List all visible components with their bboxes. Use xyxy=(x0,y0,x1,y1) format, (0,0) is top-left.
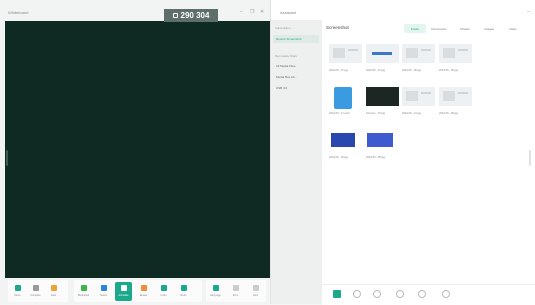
thumbnail-caption: 2024-05 - 09.jpg xyxy=(329,156,348,159)
tool-undo[interactable]: Undo xyxy=(155,282,172,301)
maximize-button[interactable]: ❐ xyxy=(250,9,254,15)
thumbnail-caption: Screens - 07.jpg xyxy=(366,112,385,115)
thumbnail[interactable] xyxy=(402,44,435,63)
side-panel-handle[interactable] xyxy=(6,150,8,166)
thumbnail-caption: 2024-05 - 08.jpg xyxy=(366,156,385,159)
thumbnail[interactable] xyxy=(402,87,435,106)
tool-menu[interactable]: Menu xyxy=(9,282,26,301)
tool-eraser[interactable]: Eraser xyxy=(135,282,152,301)
thumbnail-caption: 2024-05 - 07.jpg xyxy=(366,69,385,72)
tab-video[interactable]: Video xyxy=(502,24,524,33)
window-title: Whiteboard xyxy=(8,10,29,15)
content-title: Screenshot xyxy=(326,25,349,30)
minimize-button[interactable]: – xyxy=(240,9,243,15)
eraser-icon xyxy=(140,285,147,291)
files-icon xyxy=(50,285,57,291)
thumbnail[interactable] xyxy=(439,44,472,63)
tab-documents[interactable]: Documents xyxy=(428,24,450,33)
thumbnail[interactable] xyxy=(329,131,362,150)
whiteboard-canvas[interactable] xyxy=(5,21,270,278)
coordinate-badge: 290 304 xyxy=(164,9,218,22)
tab-images[interactable]: Images xyxy=(478,24,500,33)
tool-prev[interactable]: Prev xyxy=(227,282,244,301)
select-icon xyxy=(100,285,107,291)
tool-label: Undo xyxy=(160,294,167,297)
tool-label: Annotate xyxy=(118,294,129,297)
grid-icon[interactable] xyxy=(333,290,341,298)
tool-next[interactable]: Next xyxy=(247,282,264,301)
next-icon xyxy=(252,285,259,291)
tool-label: Compare xyxy=(30,294,41,297)
bookshelf-icon xyxy=(80,285,87,291)
tool-label: Select xyxy=(100,294,107,297)
sidebar-caption-disks: Removable Disks xyxy=(275,54,297,58)
tool-label: Next xyxy=(252,294,259,297)
tool-label: Redo xyxy=(180,294,187,297)
pen-icon xyxy=(120,285,127,291)
thumbnail-caption: 2024-05 - 07.jpg xyxy=(329,69,348,72)
tool-label: Eraser xyxy=(139,294,148,297)
back-icon[interactable] xyxy=(418,290,426,298)
tab-folder[interactable]: Folder xyxy=(404,24,426,33)
tool-label: Menu xyxy=(14,294,21,297)
clock-icon[interactable] xyxy=(396,290,404,298)
tool-files[interactable]: Files xyxy=(45,282,62,301)
tool-label: Files xyxy=(50,294,57,297)
tool-label: Bookshelf xyxy=(78,294,89,297)
sidebar-caption-subscription: Subscription xyxy=(275,26,291,30)
undo-icon xyxy=(160,285,167,291)
sidebar-item-usb[interactable]: USB 3.0 xyxy=(273,84,319,92)
thumbnail[interactable] xyxy=(366,87,399,106)
tool-compare[interactable]: Compare xyxy=(27,282,44,301)
prev-icon xyxy=(232,285,239,291)
coordinate-readout: 290 304 xyxy=(180,11,210,20)
thumbnail[interactable] xyxy=(329,44,362,63)
tab-photos[interactable]: Photos xyxy=(454,24,476,33)
list-icon[interactable] xyxy=(353,290,361,298)
sidebar-item-recent-screenshot[interactable]: Recent Screenshot xyxy=(273,35,319,43)
tool-label: Add page xyxy=(210,294,221,297)
thumbnail-caption: 2024-05 - 06.jpg xyxy=(402,69,421,72)
tool-add-page[interactable]: Add page xyxy=(207,282,224,301)
thumbnail[interactable] xyxy=(329,87,362,109)
assistant-close-button[interactable]: – xyxy=(527,9,530,15)
tool-bookshelf[interactable]: Bookshelf xyxy=(75,282,92,301)
close-button[interactable]: ✕ xyxy=(260,9,264,15)
add-page-icon xyxy=(212,285,219,291)
assistant-title: Assistant xyxy=(280,10,297,15)
redo-icon xyxy=(180,285,187,291)
thumbnail-caption: 2024-05 - 17.mp4 xyxy=(329,112,350,115)
sidebar-item-all-media[interactable]: All Media Files xyxy=(273,62,319,70)
compare-icon xyxy=(32,285,39,291)
thumbnail[interactable] xyxy=(366,44,399,63)
thumbnail-caption: 2024-05 - 13.jpg xyxy=(402,112,421,115)
tool-select[interactable]: Select xyxy=(95,282,112,301)
scrollbar[interactable] xyxy=(529,150,531,166)
thumbnail-caption: 2024-05 - 05.jpg xyxy=(439,69,458,72)
tool-label: Prev xyxy=(232,294,239,297)
settings-icon[interactable] xyxy=(442,290,450,298)
tool-redo[interactable]: Redo xyxy=(175,282,192,301)
thumbnail-caption: 2024-05 - 09.jpg xyxy=(439,112,458,115)
sidebar-item-media-box[interactable]: Media Box Ab... xyxy=(273,73,319,81)
folder-icon[interactable] xyxy=(373,290,381,298)
thumbnail[interactable] xyxy=(439,87,472,106)
thumbnail[interactable] xyxy=(366,131,399,150)
menu-icon xyxy=(14,285,21,291)
screen-icon xyxy=(172,13,178,18)
tool-annotate[interactable]: Annotate xyxy=(115,282,132,301)
